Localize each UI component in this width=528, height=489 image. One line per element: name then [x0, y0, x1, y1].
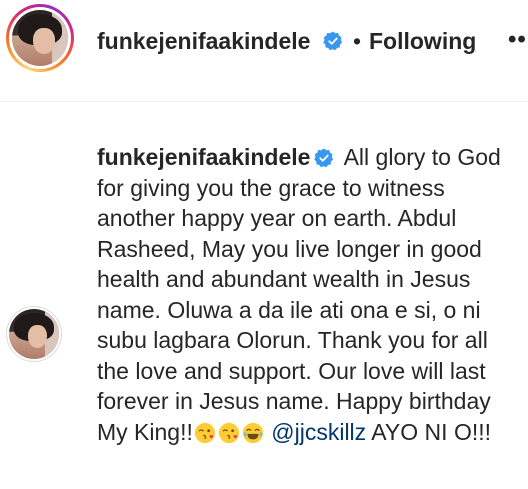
kiss-wink-emoji-icon	[194, 422, 215, 443]
mention-link[interactable]: @jjcskillz	[271, 419, 366, 445]
caption-username[interactable]: funkejenifaakindele	[97, 144, 310, 170]
verified-badge-icon	[323, 31, 342, 51]
more-options-icon[interactable]: ••	[508, 28, 527, 52]
verified-badge-icon	[314, 148, 334, 168]
header-avatar[interactable]	[6, 4, 74, 72]
caption-avatar[interactable]	[6, 306, 62, 362]
kiss-wink-emoji-icon	[218, 422, 239, 443]
following-button[interactable]: Following	[369, 27, 476, 55]
post-header: funkejenifaakindele • Following ••	[0, 0, 528, 102]
caption-text-end: AYO NI O!!!	[371, 418, 492, 445]
header-username[interactable]: funkejenifaakindele	[97, 27, 310, 55]
caption-text: All glory to God for giving you the grac…	[97, 144, 501, 445]
header-separator: •	[353, 28, 362, 54]
post-caption: funkejenifaakindele All glory to God for…	[97, 142, 522, 447]
tears-of-joy-emoji-icon	[242, 422, 263, 443]
